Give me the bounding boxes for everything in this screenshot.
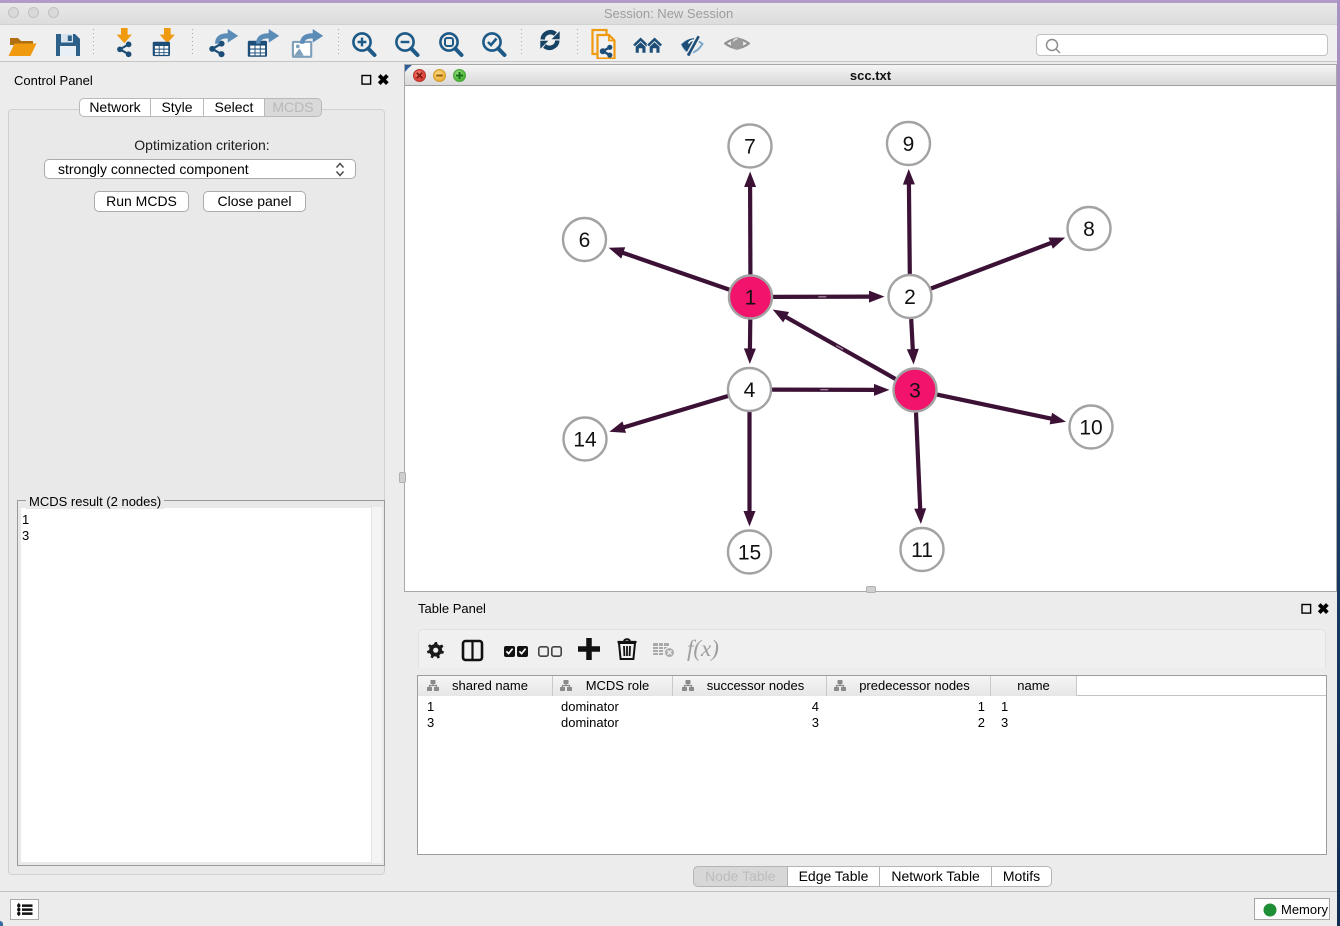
svg-text:2: 2 xyxy=(904,286,916,309)
svg-text:6: 6 xyxy=(579,229,591,252)
svg-text:1: 1 xyxy=(745,287,757,310)
svg-text:11: 11 xyxy=(911,539,933,562)
svg-text:10: 10 xyxy=(1079,417,1102,440)
svg-text:4: 4 xyxy=(744,379,756,402)
svg-text:15: 15 xyxy=(738,542,761,565)
svg-text:7: 7 xyxy=(744,136,756,159)
svg-text:3: 3 xyxy=(909,380,921,403)
svg-text:8: 8 xyxy=(1083,218,1095,241)
svg-text:9: 9 xyxy=(903,133,915,156)
svg-text:14: 14 xyxy=(573,429,597,452)
